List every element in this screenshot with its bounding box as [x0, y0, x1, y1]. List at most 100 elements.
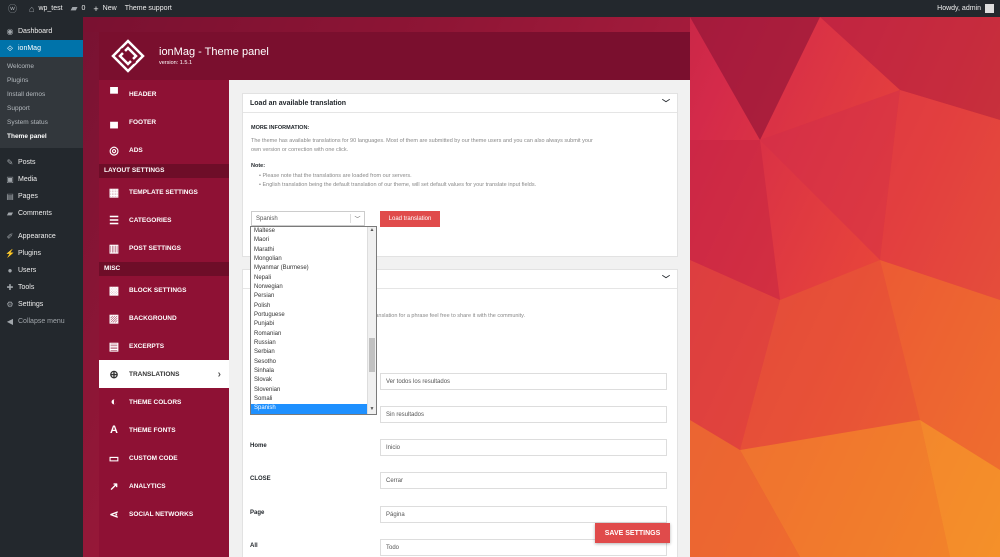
- translation-box-header[interactable]: Load an available translation ﹀: [243, 94, 677, 113]
- dropdown-option[interactable]: Myanmar (Burmese): [251, 264, 368, 273]
- translation-input[interactable]: Página: [380, 506, 667, 523]
- dropdown-scrollbar[interactable]: ▲ ▼: [367, 227, 376, 414]
- translation-input[interactable]: Inicio: [380, 439, 667, 456]
- comment-icon: ▰: [6, 209, 14, 218]
- dropdown-option[interactable]: Nepali: [251, 274, 368, 283]
- dropdown-option[interactable]: Portuguese: [251, 311, 368, 320]
- wordpress-logo[interactable]: ⓦ: [8, 2, 21, 15]
- menu-ionmag[interactable]: ⟐ ionMag: [0, 40, 83, 57]
- dropdown-option[interactable]: Maori: [251, 236, 368, 245]
- submenu-install-demos[interactable]: Install demos: [0, 88, 83, 102]
- template-icon: ▦: [108, 186, 120, 199]
- code-icon: ▭: [108, 452, 120, 465]
- plugin-icon: ⚡: [5, 249, 15, 258]
- dropdown-option[interactable]: Sinhala: [251, 367, 368, 376]
- translation-input[interactable]: Sin resultados: [380, 406, 667, 423]
- dropdown-option[interactable]: Persian: [251, 292, 368, 301]
- dropdown-option[interactable]: Polish: [251, 302, 368, 311]
- note-heading: Note:: [251, 163, 266, 169]
- submenu-plugins[interactable]: Plugins: [0, 74, 83, 88]
- chevron-down-icon: ﹀: [350, 214, 364, 223]
- language-select[interactable]: Spanish ﹀: [251, 211, 365, 226]
- new-content-link[interactable]: + New: [93, 4, 116, 14]
- panel-title: ionMag - Theme panel: [159, 46, 269, 58]
- menu-analytics[interactable]: ↗ ANALYTICS: [99, 472, 229, 500]
- translation-input[interactable]: Cerrar: [380, 472, 667, 489]
- dropdown-option[interactable]: Slovak: [251, 376, 368, 385]
- settings-icon: ⚙: [6, 300, 14, 309]
- block-icon: ▩: [108, 284, 120, 297]
- menu-plugins[interactable]: ⚡ Plugins: [0, 245, 83, 262]
- menu-theme-colors[interactable]: ◐ THEME COLORS: [99, 388, 229, 416]
- collapse-menu[interactable]: ◀ Collapse menu: [0, 313, 83, 330]
- dropdown-option[interactable]: Somali: [251, 395, 368, 404]
- dropdown-option[interactable]: Romanian: [251, 330, 368, 339]
- dropdown-option[interactable]: Mongolian: [251, 255, 368, 264]
- language-dropdown-list[interactable]: Maltese Maori Marathi Mongolian Myanmar (Bur…: [250, 226, 377, 415]
- translation-input[interactable]: Ver todos los resultados: [380, 373, 667, 390]
- menu-comments[interactable]: ▰ Comments: [0, 205, 83, 222]
- dropdown-option[interactable]: Punjabi: [251, 320, 368, 329]
- share-icon: ⋖: [109, 508, 119, 521]
- menu-dashboard[interactable]: ◉ Dashboard: [0, 23, 83, 40]
- page-icon: ▤: [6, 192, 14, 201]
- menu-template-settings[interactable]: ▦ TEMPLATE SETTINGS: [99, 178, 229, 206]
- menu-media[interactable]: ▣ Media: [0, 171, 83, 188]
- dropdown-option[interactable]: Russian: [251, 339, 368, 348]
- menu-post-settings[interactable]: ▥ POST SETTINGS: [99, 234, 229, 262]
- menu-excerpts[interactable]: ▤ EXCERPTS: [99, 332, 229, 360]
- menu-header[interactable]: ▀ HEADER: [99, 80, 229, 108]
- excerpt-icon: ▤: [108, 340, 120, 353]
- menu-custom-code[interactable]: ▭ CUSTOM CODE: [99, 444, 229, 472]
- menu-tools[interactable]: ✚ Tools: [0, 279, 83, 296]
- menu-footer[interactable]: ▄ FOOTER: [99, 108, 229, 136]
- menu-translations[interactable]: ⊕ TRANSLATIONS ›: [99, 360, 229, 388]
- menu-ads[interactable]: ◎ ADS: [99, 136, 229, 164]
- my-account[interactable]: Howdy, admin: [937, 4, 994, 13]
- field-label: Home: [250, 443, 267, 449]
- menu-users[interactable]: ● Users: [0, 262, 83, 279]
- dropdown-option[interactable]: Marathi: [251, 246, 368, 255]
- submenu-support[interactable]: Support: [0, 102, 83, 116]
- field-label: CLOSE: [250, 476, 271, 482]
- theme-support-link[interactable]: Theme support: [125, 5, 172, 12]
- section-misc: MISC: [99, 262, 229, 276]
- dropdown-option[interactable]: Sesotho: [251, 358, 368, 367]
- menu-block-settings[interactable]: ▩ BLOCK SETTINGS: [99, 276, 229, 304]
- menu-social-networks[interactable]: ⋖ SOCIAL NETWORKS: [99, 500, 229, 528]
- chevron-down-icon: ﹀: [662, 98, 670, 108]
- submenu-theme-panel[interactable]: Theme panel: [0, 130, 83, 144]
- scroll-down-icon[interactable]: ▼: [368, 406, 376, 414]
- submenu-system-status[interactable]: System status: [0, 116, 83, 130]
- scrollbar-thumb[interactable]: [369, 338, 375, 372]
- home-icon: ⌂: [29, 3, 35, 14]
- dropdown-option[interactable]: Serbian: [251, 348, 368, 357]
- menu-categories[interactable]: ☰ CATEGORIES: [99, 206, 229, 234]
- dropdown-option[interactable]: Maltese: [251, 227, 368, 236]
- plus-icon: +: [93, 3, 99, 14]
- dropdown-option[interactable]: Slovenian: [251, 386, 368, 395]
- menu-posts[interactable]: ✎ Posts: [0, 154, 83, 171]
- save-settings-button[interactable]: SAVE SETTINGS: [595, 523, 670, 543]
- comments-link[interactable]: ▰ 0: [71, 3, 86, 14]
- chart-icon: ↗: [109, 480, 119, 493]
- site-name-link[interactable]: ⌂ wp_test: [29, 4, 63, 14]
- more-info-heading: MORE INFORMATION:: [251, 125, 310, 131]
- globe-icon: ⊕: [109, 368, 119, 381]
- menu-pages[interactable]: ▤ Pages: [0, 188, 83, 205]
- post-icon: ▥: [108, 242, 120, 255]
- section-layout-settings: LAYOUT SETTINGS: [99, 164, 229, 178]
- dropdown-option[interactable]: Spanish: [251, 404, 368, 414]
- menu-settings[interactable]: ⚙ Settings: [0, 296, 83, 313]
- submenu-welcome[interactable]: Welcome: [0, 60, 83, 74]
- admin-bar: ⓦ ⌂ wp_test ▰ 0 + New Theme support Howdy, …: [0, 0, 1000, 17]
- pin-icon: ✎: [6, 158, 14, 167]
- ionmag-icon: ⟐: [6, 43, 14, 53]
- menu-appearance[interactable]: ✐ Appearance: [0, 228, 83, 245]
- dropdown-option[interactable]: Norwegian: [251, 283, 368, 292]
- load-translation-button[interactable]: Load translation: [380, 211, 440, 227]
- scroll-up-icon[interactable]: ▲: [368, 227, 376, 235]
- menu-theme-fonts[interactable]: A THEME FONTS: [99, 416, 229, 444]
- field-label: Page: [250, 510, 265, 516]
- menu-background[interactable]: ▨ BACKGROUND: [99, 304, 229, 332]
